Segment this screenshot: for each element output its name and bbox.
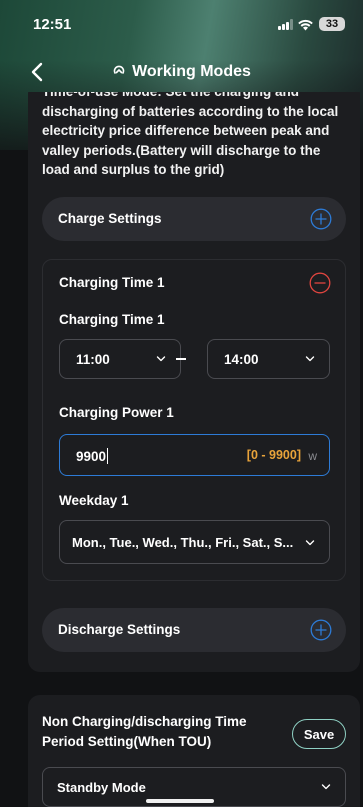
charging-time-label: Charging Time 1 xyxy=(59,312,165,327)
start-time-value: 11:00 xyxy=(76,352,110,367)
status-time: 12:51 xyxy=(33,16,72,33)
text-caret xyxy=(107,448,109,464)
signal-icon xyxy=(278,19,293,30)
save-button[interactable]: Save xyxy=(292,719,346,749)
plus-circle-icon[interactable] xyxy=(310,619,332,641)
charging-time-header: Charging Time 1 xyxy=(59,275,165,290)
power-unit: w xyxy=(308,449,317,463)
non-charging-label: Non Charging/discharging Time Period Set… xyxy=(42,714,247,749)
chevron-down-icon xyxy=(305,540,315,546)
weekday-value: Mon., Tue., Wed., Thu., Fri., Sat., S... xyxy=(72,535,294,550)
charging-power-label: Charging Power 1 xyxy=(59,405,174,420)
charging-power-value: 9900 xyxy=(76,449,107,464)
mode-description: Time-of-use Mode: Set the charging and d… xyxy=(42,92,339,177)
chevron-down-icon xyxy=(305,356,315,362)
minus-circle-icon[interactable] xyxy=(309,272,331,294)
mode-icon xyxy=(113,65,125,74)
page-title: Working Modes xyxy=(132,63,251,80)
weekday-label: Weekday 1 xyxy=(59,493,129,508)
nav-bar: Working Modes xyxy=(0,54,363,90)
chevron-down-icon xyxy=(156,356,166,362)
battery-icon: 33 xyxy=(319,17,345,31)
home-indicator[interactable] xyxy=(146,799,214,803)
status-bar: 12:51 33 xyxy=(0,0,363,50)
discharge-settings-label: Discharge Settings xyxy=(58,622,181,637)
standby-mode-value: Standby Mode xyxy=(57,780,146,795)
tou-settings-card: Time-of-use Mode: Set the charging and d… xyxy=(28,92,360,672)
charging-time-card: Charging Time 1 Charging Time 1 11:00 14… xyxy=(42,259,346,581)
start-time-select[interactable]: 11:00 xyxy=(59,339,181,379)
end-time-value: 14:00 xyxy=(224,352,259,367)
end-time-select[interactable]: 14:00 xyxy=(207,339,330,379)
wifi-icon xyxy=(298,19,313,31)
charging-power-input[interactable]: 9900 [0 - 9900] w xyxy=(59,434,330,476)
chevron-down-icon xyxy=(321,784,331,790)
weekday-select[interactable]: Mon., Tue., Wed., Thu., Fri., Sat., S... xyxy=(59,520,330,564)
power-range-hint: [0 - 9900] xyxy=(246,448,301,462)
charge-settings-label: Charge Settings xyxy=(58,211,162,226)
charge-settings-row[interactable]: Charge Settings xyxy=(42,197,346,241)
plus-circle-icon[interactable] xyxy=(310,208,332,230)
non-charging-card: Non Charging/discharging Time Period Set… xyxy=(28,695,360,807)
discharge-settings-row[interactable]: Discharge Settings xyxy=(42,608,346,652)
content-scroll[interactable]: Time-of-use Mode: Set the charging and d… xyxy=(0,92,363,807)
time-range-dash xyxy=(176,358,186,360)
